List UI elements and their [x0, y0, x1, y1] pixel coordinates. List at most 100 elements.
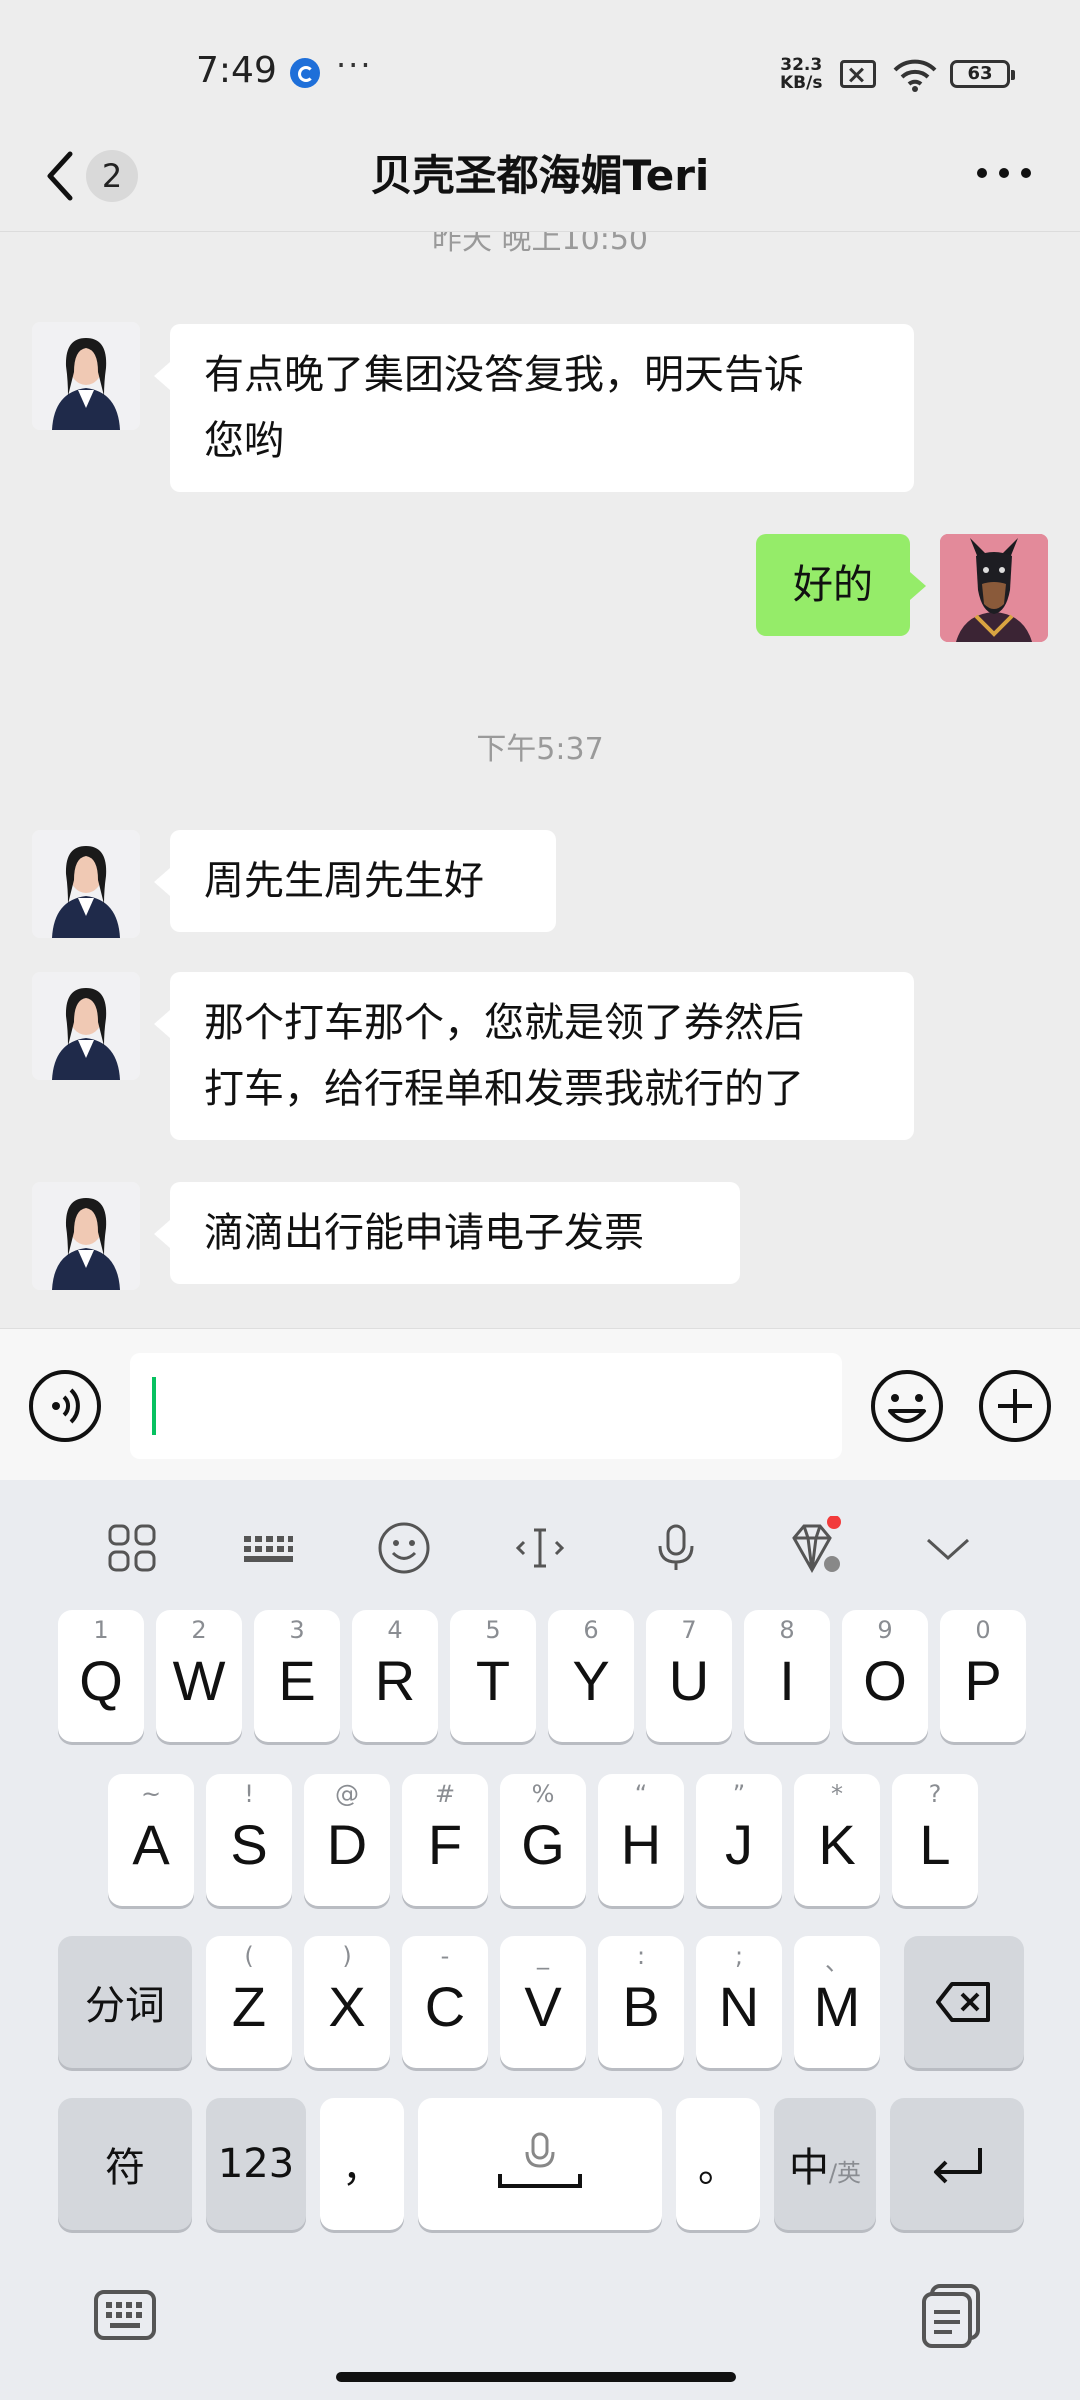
comma-key[interactable]: ， [320, 2098, 404, 2230]
key-label: Z [231, 1975, 267, 2038]
chat-message-list[interactable]: 昨天 晚上10:50 有点晚了集团没答复我，明天告诉 您哟 好的 下午5:37 [0, 232, 1080, 1328]
message-text: 那个打车那个，您就是领了券然后 [204, 1000, 804, 1046]
voice-input-icon[interactable] [28, 1369, 102, 1443]
soft-keyboard: 1Q2W3E4R5T6Y7U8I9O0P ~ A! S @ D # F% G “H” J * K? L … [0, 1480, 1080, 2400]
keyboard-layout-icon[interactable] [236, 1516, 300, 1580]
key-h[interactable]: “H [598, 1774, 684, 1906]
key-j[interactable]: ” J [696, 1774, 782, 1906]
key-label: P [964, 1649, 1002, 1712]
key-secondary-label: 7 [681, 1616, 697, 1644]
message-bubble-received[interactable]: 有点晚了集团没答复我，明天告诉 您哟 [154, 324, 914, 492]
wifi-icon [893, 59, 937, 92]
unread-count-badge[interactable]: 2 [86, 150, 138, 202]
message-bubble-received[interactable]: 那个打车那个，您就是领了券然后 打车，给行程单和发票我就行的了 [154, 972, 914, 1140]
key-n[interactable]: ; N [696, 1936, 782, 2068]
network-speed-value: 32.3 [780, 55, 823, 75]
emoji-keyboard-icon[interactable] [372, 1516, 436, 1580]
contact-avatar[interactable] [32, 972, 140, 1080]
plus-icon[interactable] [978, 1369, 1052, 1443]
key-secondary-label: 0 [975, 1616, 991, 1644]
key-g[interactable]: % G [500, 1774, 586, 1906]
key-secondary-label: 8 [779, 1616, 795, 1644]
key-w[interactable]: 2W [156, 1610, 242, 1742]
back-icon[interactable] [40, 146, 90, 206]
key-label: ， [342, 2145, 382, 2191]
key-label: O [863, 1649, 907, 1712]
key-v[interactable]: _ V [500, 1936, 586, 2068]
key-m[interactable]: 、 M [794, 1936, 880, 2068]
message-input[interactable] [130, 1353, 842, 1459]
apps-grid-icon[interactable] [100, 1516, 164, 1580]
key-t[interactable]: 5T [450, 1610, 536, 1742]
message-bubble-received[interactable]: 滴滴出行能申请电子发票 [154, 1182, 740, 1284]
contact-avatar[interactable] [32, 830, 140, 938]
key-label: H [620, 1813, 662, 1876]
backspace-key[interactable] [904, 1936, 1024, 2068]
key-e[interactable]: 3E [254, 1610, 340, 1742]
diamond-skin-icon[interactable] [780, 1516, 844, 1580]
key-secondary-label: : [636, 1942, 646, 1970]
language-sub-label: /英 [828, 2159, 862, 2187]
contact-avatar-image [32, 1182, 140, 1290]
message-text: 周先生周先生好 [204, 858, 484, 904]
message-text: 滴滴出行能申请电子发票 [204, 1210, 644, 1256]
key-secondary-label: ” [732, 1780, 746, 1808]
key-label: E [278, 1649, 316, 1712]
text-cursor-icon[interactable] [508, 1516, 572, 1580]
contact-avatar[interactable] [32, 322, 140, 430]
microphone-icon[interactable] [644, 1516, 708, 1580]
space-key[interactable] [418, 2098, 662, 2230]
key-q[interactable]: 1Q [58, 1610, 144, 1742]
my-avatar[interactable] [940, 534, 1048, 642]
key-y[interactable]: 6Y [548, 1610, 634, 1742]
key-o[interactable]: 9O [842, 1610, 928, 1742]
key-b[interactable]: :B [598, 1936, 684, 2068]
emoji-icon[interactable] [870, 1369, 944, 1443]
key-secondary-label: _ [537, 1942, 549, 1970]
key-l[interactable]: ? L [892, 1774, 978, 1906]
collapse-keyboard-icon[interactable] [916, 1516, 980, 1580]
contact-avatar[interactable] [32, 1182, 140, 1290]
key-secondary-label: 9 [877, 1616, 893, 1644]
key-u[interactable]: 7U [646, 1610, 732, 1742]
key-secondary-label: 4 [387, 1616, 403, 1644]
key-r[interactable]: 4R [352, 1610, 438, 1742]
clipboard-icon[interactable] [918, 2280, 988, 2350]
more-options-icon[interactable] [974, 158, 1034, 188]
key-secondary-label: ( [244, 1942, 254, 1970]
key-f[interactable]: # F [402, 1774, 488, 1906]
message-bubble-sent[interactable]: 好的 [756, 534, 926, 636]
key-p[interactable]: 0P [940, 1610, 1026, 1742]
key-secondary-label: # [434, 1780, 456, 1808]
key-label: G [521, 1813, 565, 1876]
message-bubble-received[interactable]: 周先生周先生好 [154, 830, 556, 932]
symbols-key[interactable]: 符 [58, 2098, 192, 2230]
key-i[interactable]: 8I [744, 1610, 830, 1742]
key-secondary-label: 6 [583, 1616, 599, 1644]
contact-avatar-image [32, 322, 140, 430]
status-time: 7:49 [196, 50, 277, 91]
key-s[interactable]: ! S [206, 1774, 292, 1906]
key-a[interactable]: ~ A [108, 1774, 194, 1906]
key-label: W [172, 1649, 226, 1712]
key-label: X [328, 1975, 366, 2038]
key-z[interactable]: (Z [206, 1936, 292, 2068]
backspace-icon [936, 1982, 990, 2022]
enter-key[interactable] [890, 2098, 1024, 2230]
key-label: T [475, 1649, 511, 1712]
home-indicator[interactable] [336, 2372, 736, 2382]
key-secondary-label: ; [734, 1942, 744, 1970]
contact-avatar-image [32, 972, 140, 1080]
language-switch-key[interactable]: 中/英 [774, 2098, 876, 2230]
key-k[interactable]: * K [794, 1774, 880, 1906]
segment-words-key[interactable]: 分词 [58, 1936, 192, 2068]
key-secondary-label: @ [335, 1780, 359, 1808]
key-d[interactable]: @ D [304, 1774, 390, 1906]
key-x[interactable]: ) X [304, 1936, 390, 2068]
numbers-key[interactable]: 123 [206, 2098, 306, 2230]
period-key[interactable]: 。 [676, 2098, 760, 2230]
switch-keyboard-icon[interactable] [90, 2280, 160, 2350]
key-label: N [718, 1975, 760, 2038]
text-cursor [152, 1377, 156, 1435]
key-c[interactable]: -C [402, 1936, 488, 2068]
